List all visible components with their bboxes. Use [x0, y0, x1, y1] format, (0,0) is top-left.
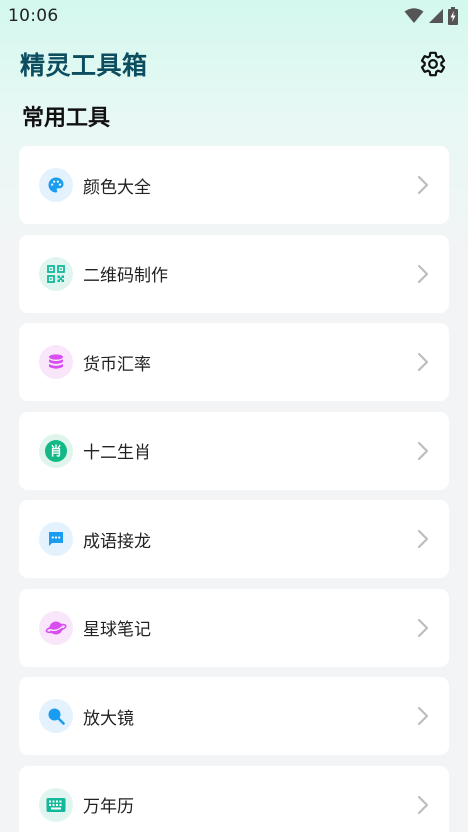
- tool-label: 星球笔记: [83, 620, 151, 640]
- app-title: 精灵工具箱: [20, 51, 148, 80]
- chevron-right-icon: [417, 175, 429, 195]
- tool-item-colors[interactable]: 颜色大全: [19, 146, 449, 224]
- zodiac-glyph: 肖: [45, 439, 67, 462]
- tool-item-planet-notes[interactable]: 星球笔记: [19, 588, 449, 667]
- chevron-right-icon: [417, 441, 429, 460]
- tool-label: 货币汇率: [83, 354, 151, 375]
- tool-item-zodiac[interactable]: 肖 十二生肖: [19, 411, 449, 490]
- tool-label: 成语接龙: [83, 531, 151, 552]
- gear-icon: [420, 51, 446, 77]
- status-bar: 10:06: [0, 0, 468, 32]
- app-header: 精灵工具箱: [20, 44, 448, 84]
- tool-label: 二维码制作: [83, 266, 168, 286]
- tool-item-idiom-chain[interactable]: 成语接龙: [19, 500, 449, 578]
- tool-item-currency[interactable]: 货币汇率: [19, 323, 449, 401]
- tool-label: 十二生肖: [83, 443, 151, 463]
- settings-button[interactable]: [418, 49, 448, 79]
- coin-stack-icon: [39, 345, 73, 379]
- status-time: 10:06: [8, 6, 59, 26]
- chevron-right-icon: [417, 529, 429, 549]
- tool-item-magnifier[interactable]: 放大镜: [19, 677, 449, 755]
- tool-label: 颜色大全: [83, 177, 151, 198]
- chevron-right-icon: [417, 706, 429, 726]
- planet-icon: [39, 610, 73, 645]
- status-icons: [404, 7, 458, 25]
- chat-bubble-icon: [39, 522, 73, 556]
- magnifier-icon: [39, 699, 73, 733]
- section-title: 常用工具: [22, 106, 111, 131]
- chevron-right-icon: [417, 618, 429, 637]
- qr-code-icon: [39, 256, 73, 291]
- chevron-right-icon: [417, 264, 429, 283]
- tool-item-qr-code[interactable]: 二维码制作: [19, 234, 449, 313]
- tool-label: 放大镜: [83, 708, 134, 729]
- cell-signal-icon: [429, 9, 443, 23]
- wifi-icon: [404, 8, 424, 23]
- zodiac-icon: 肖: [39, 433, 73, 468]
- chevron-right-icon: [417, 795, 429, 814]
- palette-icon: [39, 168, 73, 202]
- battery-icon: [448, 7, 458, 25]
- tool-label: 万年历: [83, 797, 134, 817]
- tool-list: 颜色大全 二维码制作 货币汇率 肖 十二生肖 成语接龙 星球笔记 放大镜 万年历: [19, 146, 449, 832]
- keyboard-icon: [39, 787, 73, 822]
- chevron-right-icon: [417, 352, 429, 372]
- tool-item-calendar[interactable]: 万年历: [19, 765, 449, 832]
